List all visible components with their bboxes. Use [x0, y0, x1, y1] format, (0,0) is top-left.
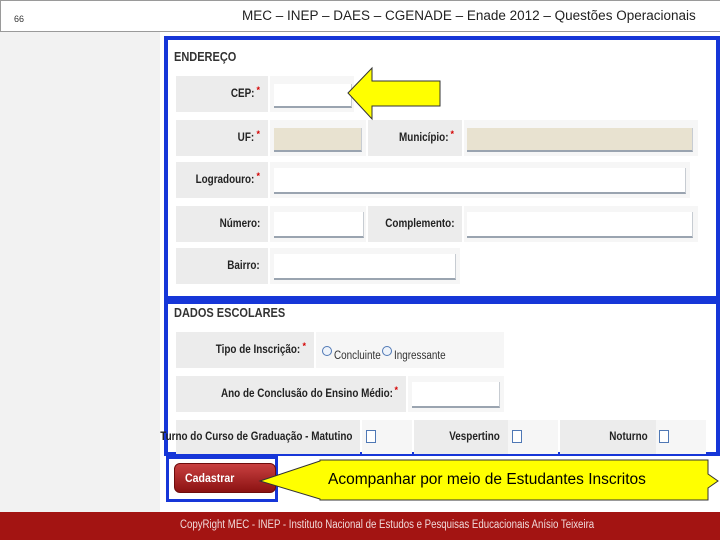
callout-text: Acompanhar por meio de Estudantes Inscri… — [328, 471, 646, 488]
annotation-arrows — [258, 66, 719, 501]
footer-text: CopyRight MEC - INEP - Instituto Naciona… — [180, 519, 595, 531]
cep-arrow-icon — [347, 66, 441, 121]
